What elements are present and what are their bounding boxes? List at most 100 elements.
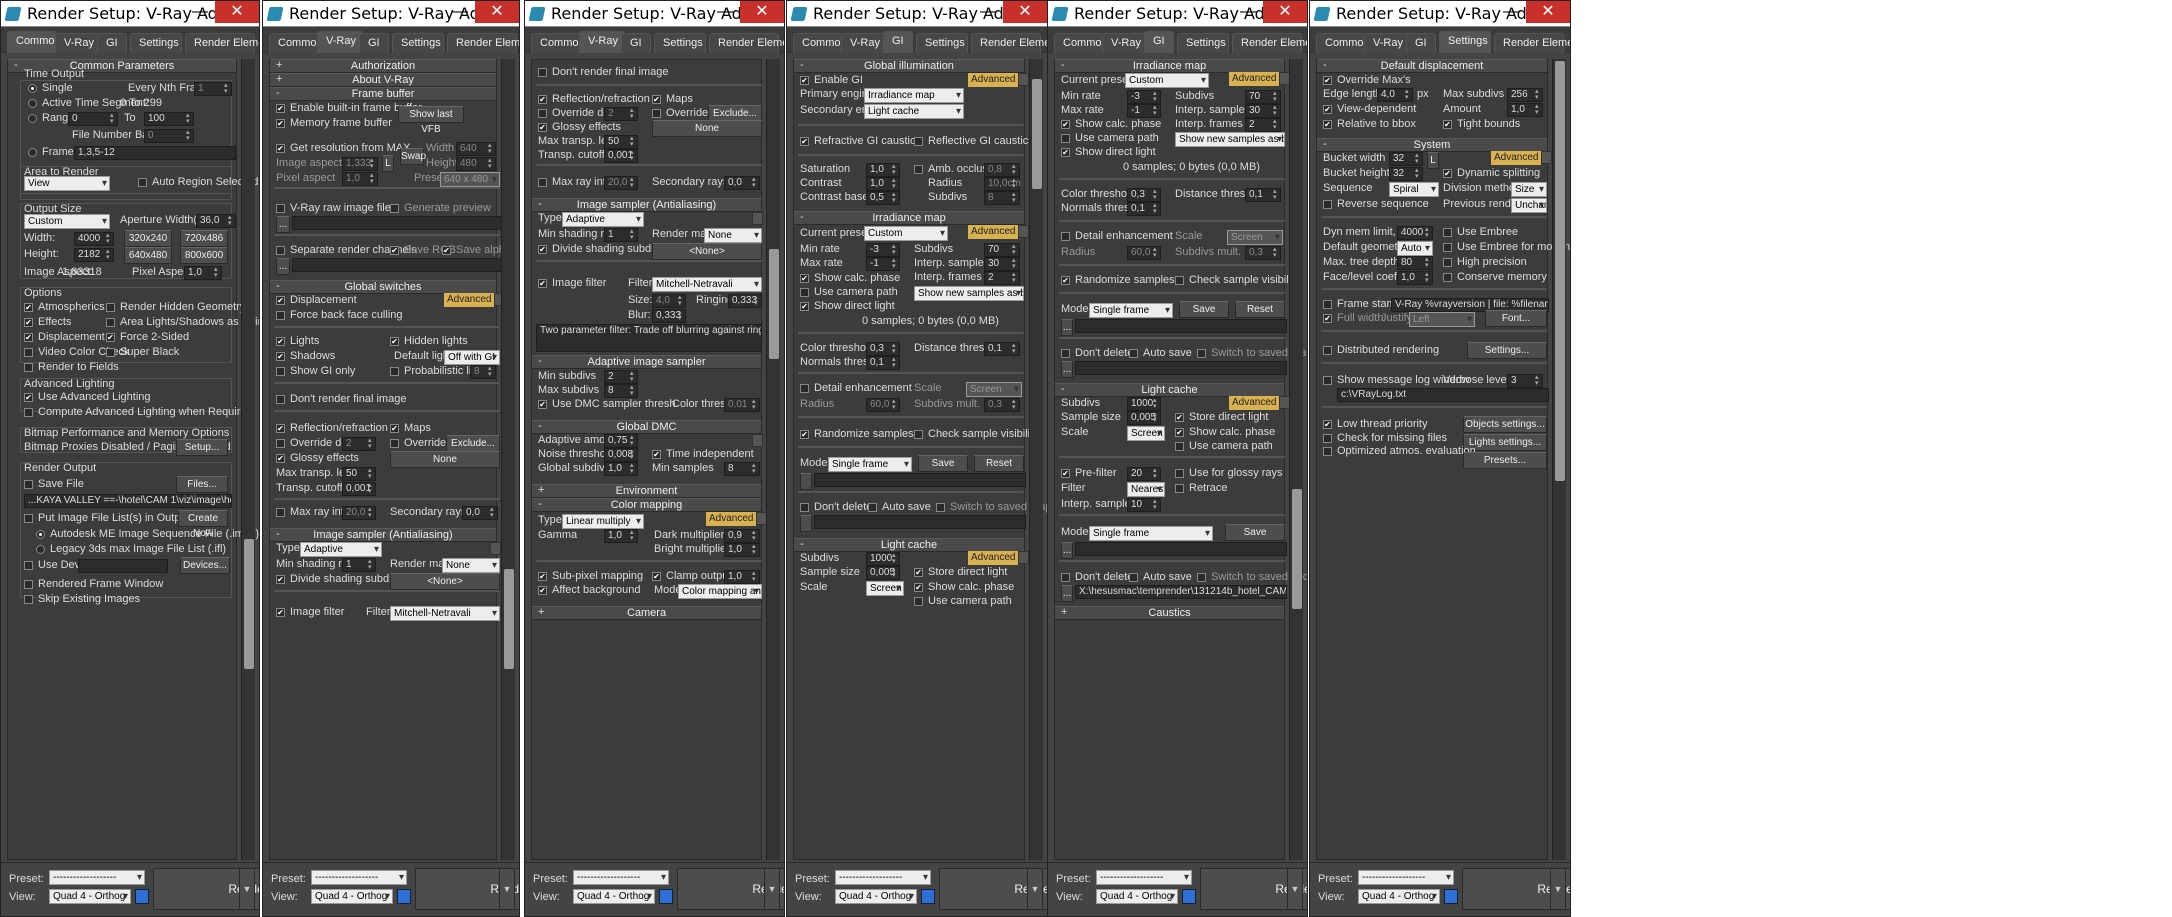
- max-rate-spinner[interactable]: -1: [866, 257, 900, 271]
- transp-cutoff-spinner[interactable]: 0,001: [604, 149, 638, 163]
- use-camera-path-checkbox[interactable]: [800, 288, 809, 297]
- rollout-toggle-icon[interactable]: +: [1061, 606, 1067, 618]
- view-dropdown[interactable]: Quad 4 - Orthog: [573, 889, 655, 904]
- use-embree-checkbox[interactable]: [1443, 228, 1452, 237]
- auto-save-checkbox[interactable]: [1129, 349, 1138, 358]
- dyn-mem-spinner[interactable]: 4000: [1397, 226, 1433, 240]
- dr-settings-button[interactable]: Settings...: [1467, 342, 1547, 359]
- subdivs-mult-spinner[interactable]: 0,3: [984, 398, 1020, 412]
- rollout-toggle-icon[interactable]: -: [276, 87, 280, 99]
- use-camera-path-checkbox[interactable]: [1061, 134, 1070, 143]
- minimize-button[interactable]: —: [1497, 1, 1525, 25]
- tight-bounds-checkbox[interactable]: [1443, 120, 1452, 129]
- glossy-effects-checkbox[interactable]: [276, 454, 285, 463]
- rollout-toggle-icon[interactable]: -: [1061, 59, 1065, 71]
- area-lights-checkbox[interactable]: [106, 318, 115, 327]
- max-rate-spinner[interactable]: -1: [1127, 104, 1161, 118]
- distributed-rendering-checkbox[interactable]: [1323, 346, 1332, 355]
- save-file-checkbox[interactable]: [24, 480, 33, 489]
- secondary-rays-bias-spinner[interactable]: 0,0: [462, 506, 498, 520]
- force-2-sided-checkbox[interactable]: [106, 333, 115, 342]
- irradiance-map-rollout[interactable]: Irradiance map -: [1055, 59, 1284, 73]
- none-tag-button[interactable]: <None>: [652, 243, 762, 260]
- preset-dropdown[interactable]: -------------------: [573, 870, 669, 885]
- shadows-checkbox[interactable]: [276, 352, 285, 361]
- displacement-checkbox[interactable]: [24, 333, 33, 342]
- minimize-button[interactable]: —: [1234, 1, 1262, 25]
- show-new-samples-dropdown[interactable]: Show new samples as brig: [914, 286, 1024, 301]
- authorization-rollout[interactable]: Authorization +: [270, 59, 496, 73]
- mode-dropdown[interactable]: Single frame: [1089, 303, 1173, 318]
- show-new-samples-dropdown[interactable]: Show new samples as brigl: [1175, 132, 1285, 147]
- render-mode-dropdown[interactable]: ▼: [499, 868, 515, 910]
- color-threshold-spinner[interactable]: 0,3: [866, 342, 900, 356]
- tab-gi[interactable]: GI: [359, 33, 389, 53]
- objects-settings-button[interactable]: Objects settings...: [1463, 416, 1547, 433]
- rollout-toggle-icon[interactable]: -: [14, 59, 18, 71]
- edge-length-spinner[interactable]: 4,0: [1377, 88, 1413, 102]
- lc-save-button[interactable]: Save: [1225, 524, 1285, 541]
- transp-cutoff-spinner[interactable]: 0,001: [342, 482, 376, 496]
- force-back-face-checkbox[interactable]: [276, 311, 285, 320]
- tab-settings[interactable]: Settings: [916, 33, 968, 53]
- distance-threshold-spinner[interactable]: 0,1: [1245, 188, 1281, 202]
- help-icon[interactable]: [490, 542, 501, 555]
- tab-render-elements[interactable]: Render Elements: [709, 33, 784, 53]
- map-path-field[interactable]: [1075, 319, 1287, 333]
- override-depth-spinner[interactable]: 2: [342, 437, 376, 451]
- lock-view-icon[interactable]: [1444, 889, 1458, 904]
- sampler-type-dropdown[interactable]: Adaptive: [300, 542, 382, 557]
- preset-dropdown[interactable]: -------------------: [835, 870, 931, 885]
- retrace-checkbox[interactable]: [1175, 484, 1184, 493]
- filter-dropdown[interactable]: Mitchell-Netravali: [652, 277, 762, 292]
- probabilistic-lights-spinner[interactable]: 8: [470, 365, 496, 379]
- sequence-dropdown[interactable]: Spiral: [1389, 182, 1439, 197]
- override-max-checkbox[interactable]: [1323, 76, 1332, 85]
- amb-occlusion-checkbox[interactable]: [914, 165, 923, 174]
- minimize-button[interactable]: —: [974, 1, 1002, 25]
- contrast-base-spinner[interactable]: 0,5: [866, 191, 900, 205]
- file-number-base-spinner[interactable]: 0: [144, 129, 194, 143]
- noise-threshold-spinner[interactable]: 0,008: [604, 448, 638, 462]
- tab-v-ray[interactable]: V-Ray: [1364, 33, 1410, 53]
- tab-common[interactable]: Common: [269, 33, 323, 53]
- memory-fb-checkbox[interactable]: [276, 119, 285, 128]
- presets-button[interactable]: Presets...: [1463, 452, 1547, 469]
- lc-scale-dropdown[interactable]: Screen: [1127, 426, 1165, 441]
- max-subdivs-spinner[interactable]: 256: [1507, 88, 1543, 102]
- blur-spinner[interactable]: 0,333: [652, 309, 686, 323]
- about-vray-rollout[interactable]: About V-Ray +: [270, 73, 496, 87]
- lc-auto-save-checkbox[interactable]: [1129, 573, 1138, 582]
- override-mtl-checkbox[interactable]: [390, 439, 399, 448]
- lc-show-calc-checkbox[interactable]: [1175, 428, 1184, 437]
- view-dropdown[interactable]: Quad 4 - Orthog: [1096, 889, 1178, 904]
- lc-path-field[interactable]: [1075, 542, 1287, 556]
- show-gi-only-checkbox[interactable]: [276, 367, 285, 376]
- scrollbar[interactable]: [1029, 59, 1043, 860]
- lc-mode-dropdown[interactable]: Single frame: [1089, 526, 1213, 541]
- displacement-checkbox[interactable]: [276, 296, 285, 305]
- map-path-field[interactable]: [814, 473, 1026, 487]
- generate-preview-checkbox[interactable]: [390, 204, 399, 213]
- get-resolution-checkbox[interactable]: [276, 144, 285, 153]
- scrollbar[interactable]: [766, 59, 780, 860]
- dont-render-final-checkbox[interactable]: [276, 395, 285, 404]
- rollout-toggle-icon[interactable]: -: [276, 280, 280, 292]
- rollout-toggle-icon[interactable]: +: [276, 73, 282, 85]
- browse-button[interactable]: ...: [1061, 542, 1073, 559]
- min-samples-spinner[interactable]: 8: [724, 462, 760, 476]
- font-button[interactable]: Font...: [1485, 310, 1547, 327]
- preset-320x240-button[interactable]: 320x240: [124, 230, 172, 247]
- justify-dropdown[interactable]: Left: [1409, 312, 1475, 327]
- render-mode-dropdown[interactable]: ▼: [1550, 868, 1566, 910]
- pre-filter-checkbox[interactable]: [1061, 469, 1070, 478]
- tab-settings[interactable]: Settings: [1439, 31, 1491, 53]
- time-independent-checkbox[interactable]: [652, 450, 661, 459]
- save-button[interactable]: Save: [1179, 301, 1229, 318]
- switch-saved-cache-checkbox[interactable]: [1197, 573, 1206, 582]
- de-radius-spinner[interactable]: 60,0: [866, 398, 900, 412]
- dynamic-splitting-checkbox[interactable]: [1443, 169, 1452, 178]
- size-spinner[interactable]: 4,0: [652, 294, 686, 308]
- max-transp-spinner[interactable]: 50: [604, 135, 638, 149]
- pre-filter-spinner[interactable]: 20: [1127, 467, 1161, 481]
